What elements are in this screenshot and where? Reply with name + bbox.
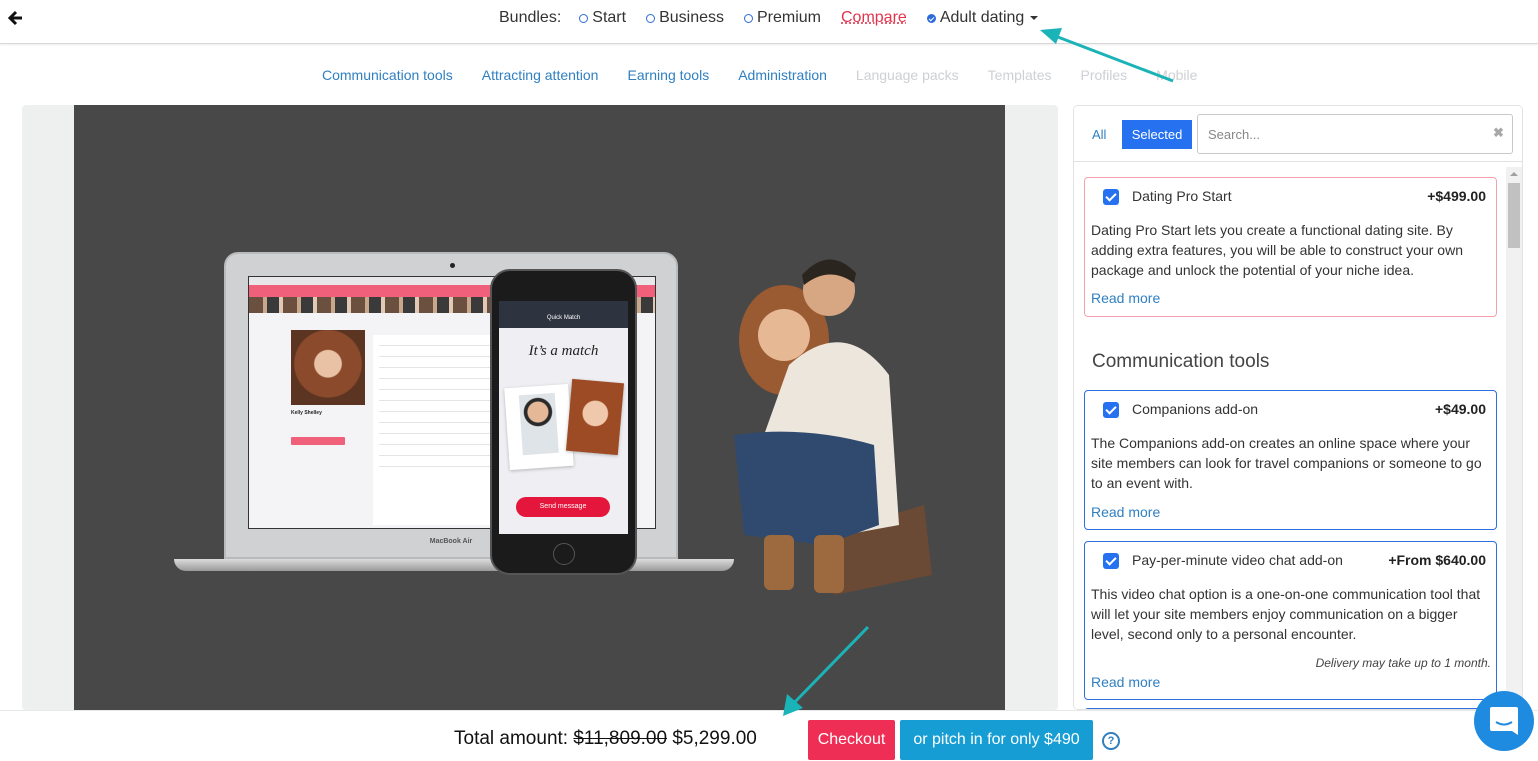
category-earning-tools[interactable]: Earning tools: [627, 67, 709, 83]
phone-header: Quick Match: [499, 301, 628, 328]
bundles-label: Bundles:: [499, 9, 562, 26]
phone-send-message: Send message: [516, 497, 610, 517]
bundle-option-premium[interactable]: Premium: [743, 9, 821, 27]
addon-price: +From $640.00: [1388, 552, 1486, 568]
addon-price: +$49.00: [1435, 401, 1486, 417]
addon-card: Companions add-on +$49.00 The Companions…: [1084, 390, 1497, 530]
phone-screen: Quick Match It’s a match Send message: [499, 301, 628, 534]
addon-title: Dating Pro Start: [1132, 188, 1232, 204]
pitch-in-button[interactable]: or pitch in for only $490: [900, 720, 1093, 760]
couple-photo: [734, 259, 932, 595]
category-nav: Communication tools Attracting attention…: [322, 67, 1226, 83]
new-price: $5,299.00: [672, 728, 757, 749]
checkout-button[interactable]: Checkout: [808, 720, 895, 760]
radio-checked-icon: [926, 13, 936, 23]
profile-name: Kelly Shelley: [291, 410, 322, 416]
tab-selected[interactable]: Selected: [1122, 120, 1192, 149]
help-icon[interactable]: ?: [1102, 732, 1120, 750]
search-input[interactable]: [1197, 114, 1513, 154]
read-more-link[interactable]: Read more: [1091, 290, 1160, 306]
addon-price: +$499.00: [1427, 188, 1486, 204]
addon-checkbox[interactable]: [1103, 189, 1119, 205]
chevron-down-icon: [1030, 16, 1039, 20]
addon-description: Dating Pro Start lets you create a funct…: [1091, 222, 1463, 278]
bundle-selector: Bundles: Start Business Premium Compare …: [499, 9, 1058, 27]
match-photo-woman: [565, 378, 625, 456]
category-profiles: Profiles: [1080, 67, 1128, 83]
bundle-option-label: Premium: [756, 9, 821, 26]
scroll-up-icon[interactable]: [1510, 172, 1518, 176]
laptop-base: [174, 559, 734, 571]
top-bar: Bundles: Start Business Premium Compare …: [0, 0, 1538, 44]
total-amount: Total amount: $11,809.00 $5,299.00: [454, 728, 757, 750]
delivery-note: Delivery may take up to 1 month.: [1315, 656, 1491, 670]
old-price: $11,809.00: [573, 728, 668, 749]
section-title: Communication tools: [1092, 351, 1270, 372]
category-templates: Templates: [987, 67, 1052, 83]
addons-panel: All Selected ✖ Dating Pro Start +$499.00…: [1073, 105, 1523, 710]
addon-description: This video chat option is a one-on-one c…: [1091, 586, 1481, 642]
panel-header: All Selected ✖: [1074, 106, 1522, 162]
addons-list: Dating Pro Start +$499.00 Dating Pro Sta…: [1074, 163, 1522, 709]
chat-icon: [1490, 707, 1518, 735]
phone-home-button: [553, 543, 575, 565]
category-communication-tools[interactable]: Communication tools: [322, 67, 453, 83]
match-photo-man: [504, 383, 574, 471]
radio-icon: [743, 13, 753, 23]
read-more-link[interactable]: Read more: [1091, 504, 1160, 520]
addon-checkbox[interactable]: [1103, 553, 1119, 569]
category-attracting-attention[interactable]: Attracting attention: [482, 67, 599, 83]
total-label: Total amount:: [454, 728, 569, 749]
radio-icon: [646, 13, 656, 23]
arrow-left-icon: [7, 10, 22, 26]
scrollbar[interactable]: [1506, 167, 1522, 709]
chat-widget-button[interactable]: [1474, 691, 1534, 751]
laptop-camera: [450, 263, 455, 268]
bundle-option-label: Business: [659, 9, 724, 26]
checkout-bar: Total amount: $11,809.00 $5,299.00 Check…: [0, 710, 1538, 761]
phone-mockup: Quick Match It’s a match Send message: [490, 269, 637, 575]
bundle-option-label: Adult dating: [939, 9, 1025, 26]
scrollbar-thumb[interactable]: [1508, 183, 1520, 248]
addon-description: The Companions add-on creates an online …: [1091, 435, 1482, 491]
tab-all[interactable]: All: [1092, 127, 1106, 142]
phone-match-title: It’s a match: [528, 343, 599, 359]
addon-card: Pay-per-minute video chat add-on +From $…: [1084, 541, 1497, 700]
radio-icon: [579, 13, 589, 23]
bundle-option-business[interactable]: Business: [646, 9, 724, 27]
bundle-option-label: Start: [592, 9, 627, 26]
back-button[interactable]: [7, 9, 24, 27]
close-icon[interactable]: ✖: [1493, 125, 1504, 141]
addon-title: Pay-per-minute video chat add-on: [1132, 552, 1343, 568]
compare-link[interactable]: Compare: [841, 9, 907, 27]
addon-checkbox[interactable]: [1103, 402, 1119, 418]
category-mobile: Mobile: [1156, 67, 1198, 83]
profile-photo: [291, 330, 365, 405]
hero-image: Kelly Shelley MacBook Air Quick Match It…: [74, 105, 1005, 710]
read-more-link[interactable]: Read more: [1091, 674, 1160, 690]
bundle-dropdown-adult-dating[interactable]: Adult dating: [926, 9, 1039, 27]
bundle-option-start[interactable]: Start: [579, 9, 626, 27]
addon-card: Dating Pro Start +$499.00 Dating Pro Sta…: [1084, 177, 1497, 317]
category-administration[interactable]: Administration: [738, 67, 827, 83]
addon-title: Companions add-on: [1132, 401, 1259, 417]
category-language-packs: Language packs: [855, 67, 959, 83]
